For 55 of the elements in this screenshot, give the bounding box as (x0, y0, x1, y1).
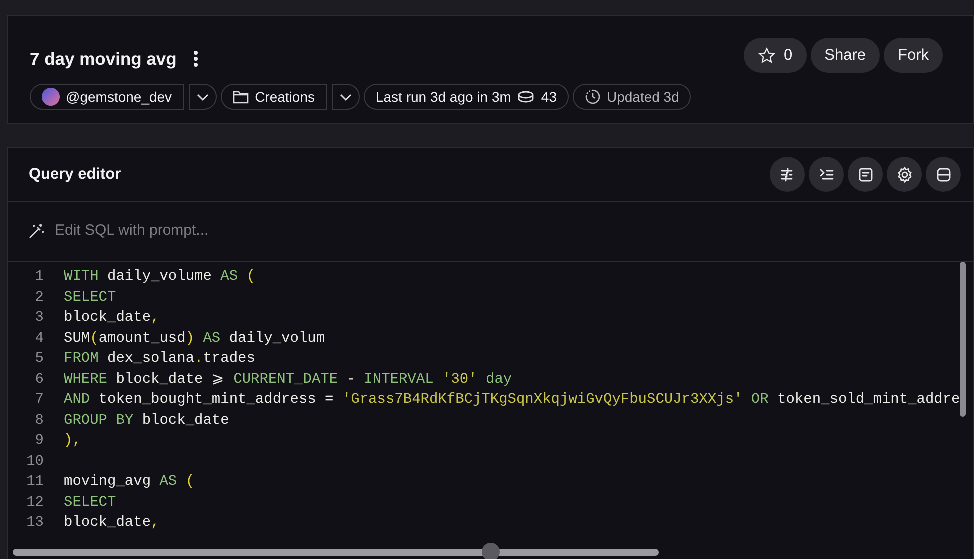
line-number: 5 (34, 350, 44, 369)
dropdown-button[interactable] (189, 84, 218, 110)
note-button[interactable] (848, 157, 883, 192)
line-number: 8 (34, 412, 44, 430)
share-button[interactable]: Share (810, 38, 880, 73)
sliders-button[interactable] (770, 157, 805, 192)
editor-title: Query editor (29, 164, 122, 185)
code-line: moving_avg AS ( (64, 473, 195, 492)
line-number: 2 (34, 288, 44, 308)
settings-icon (896, 166, 914, 184)
line-number: 4 (34, 330, 44, 348)
indent-lines-button[interactable] (809, 157, 844, 192)
code-line: FROM dex_solana.trades (64, 350, 256, 369)
code-line: block_date, (64, 514, 160, 533)
folder-icon (233, 90, 250, 104)
code-line: SELECT (64, 494, 116, 512)
layout-button[interactable] (926, 157, 961, 192)
code-line: SELECT (64, 288, 116, 308)
code-line: AND token_bought_mint_address = 'Grass7B4RdKfBCjTKgSqnXkqjwiGvQyFbuSCUJr3XXjs' OR token_sold_mint_addre (64, 391, 960, 410)
line-number: 3 (34, 309, 44, 328)
fork-button[interactable]: Fork (884, 38, 943, 73)
line-number: 12 (26, 494, 44, 512)
layout-icon (934, 166, 952, 184)
magic-wand-icon (28, 223, 45, 240)
line-number: 11 (26, 473, 44, 492)
code-line: WITH daily_volume AS ( (64, 268, 256, 287)
star-icon (758, 46, 776, 64)
star-button[interactable]: 0 (744, 38, 807, 73)
clock-icon (584, 89, 601, 105)
avatar-icon (42, 88, 60, 106)
horizontal-scrollbar[interactable] (13, 549, 659, 556)
line-number: 9 (34, 432, 44, 451)
code-line: SUM(amount_usd) AS daily_volum (64, 330, 326, 348)
note-icon (856, 166, 874, 184)
line-number: 6 (34, 370, 44, 390)
scroll-handle[interactable] (482, 543, 500, 559)
code-line: ), (64, 432, 82, 451)
updated-info: Updated 3d (572, 84, 692, 110)
line-number: 10 (26, 452, 44, 472)
line-number: 7 (34, 391, 44, 410)
folder-button[interactable]: Creations (221, 84, 327, 110)
dropdown-button[interactable] (332, 84, 360, 110)
last-run-info: Last run 3d ago in 3m 43 (364, 84, 569, 110)
settings-button[interactable] (887, 157, 922, 192)
code-line: WHERE block_date ⩾ CURRENT_DATE - INTERVAL '30' day (64, 370, 512, 390)
vertical-scrollbar[interactable] (960, 262, 966, 417)
code-line: block_date, (64, 309, 160, 328)
page-title: 7 day moving avg (30, 48, 177, 71)
prompt-field[interactable]: Edit SQL with prompt... (53, 219, 453, 244)
line-number: 1 (34, 268, 44, 287)
coins-icon (517, 90, 536, 104)
owner-button[interactable]: @gemstone_dev (30, 84, 184, 110)
code-line: GROUP BY block_date (64, 412, 230, 430)
line-number: 13 (26, 514, 44, 533)
more-icon[interactable] (192, 50, 199, 68)
